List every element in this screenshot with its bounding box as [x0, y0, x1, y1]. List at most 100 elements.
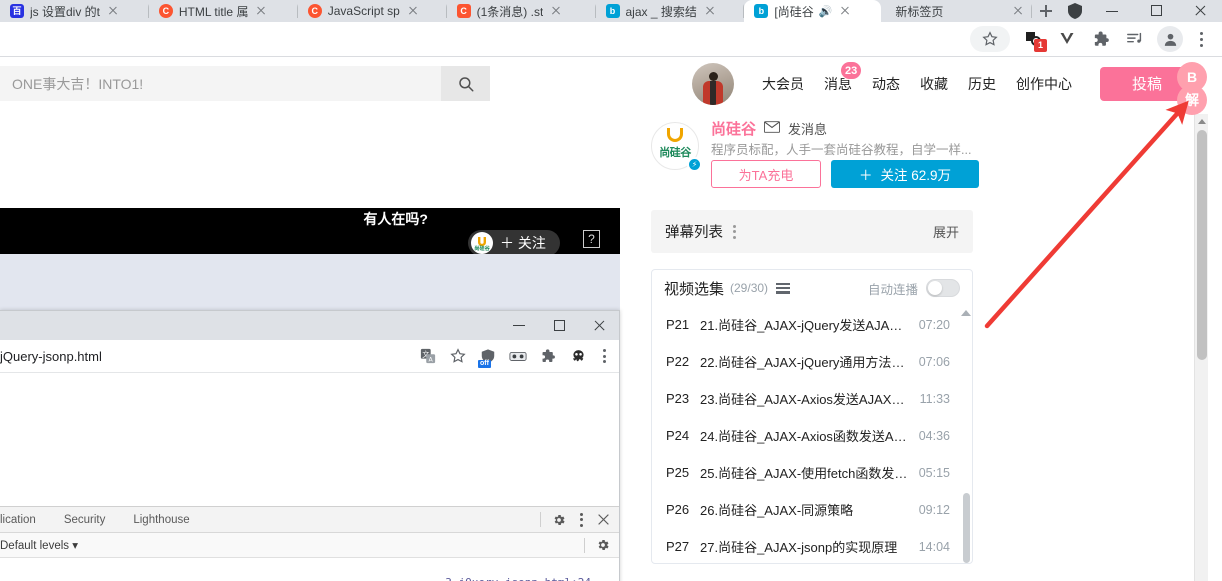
tab-close-icon[interactable]	[703, 4, 717, 18]
page-scrollbar[interactable]	[1194, 114, 1208, 581]
octopus-extension-icon[interactable]	[565, 343, 591, 369]
adblock-off-icon[interactable]: off	[475, 343, 501, 369]
uploader-name[interactable]: 尚硅谷	[711, 118, 756, 139]
tab-close-icon[interactable]	[406, 4, 420, 18]
scrollbar-thumb[interactable]	[1197, 130, 1207, 360]
episode-row[interactable]: P24 24.尚硅谷_AJAX-Axios函数发送AJA... 04:36	[652, 417, 972, 454]
episode-row[interactable]: P22 22.尚硅谷_AJAX-jQuery通用方法发... 07:06	[652, 343, 972, 380]
console-source-link[interactable]: 3-jQuery-jsonp.html:24	[445, 576, 591, 581]
help-icon[interactable]: ?	[583, 230, 600, 248]
danmaku-panel-title: 弹幕列表	[665, 225, 723, 241]
nav-item-dynamic[interactable]: 动态	[872, 74, 900, 94]
episode-title: 24.尚硅谷_AJAX-Axios函数发送AJA...	[700, 429, 919, 444]
overlay-follow-button[interactable]: 尚硅谷 ＋ 关注	[468, 230, 560, 254]
devtools-tab-application[interactable]: lication	[0, 514, 50, 526]
translate-icon[interactable]: 文 A	[415, 343, 441, 369]
follow-plus-icon: ＋	[858, 168, 873, 183]
nav-item-history[interactable]: 历史	[968, 74, 996, 94]
tab-close-icon[interactable]	[106, 4, 120, 18]
nav-item-vip[interactable]: 大会员	[762, 74, 804, 94]
tab-close-icon[interactable]	[838, 4, 852, 18]
inner-window-close-button[interactable]	[579, 311, 619, 340]
gear-icon[interactable]	[593, 535, 613, 555]
gear-icon[interactable]	[549, 510, 569, 530]
music-playlist-icon[interactable]	[1121, 25, 1149, 53]
tab-title: js 设置div 的t	[30, 4, 101, 19]
danmaku-message: 有人在吗?	[363, 211, 428, 227]
window-minimize-button[interactable]	[1090, 0, 1134, 22]
kebab-menu-icon[interactable]	[571, 510, 591, 530]
video-player[interactable]: 有人在吗? 尚硅谷 ＋ 关注 ?	[0, 208, 620, 254]
send-message-link[interactable]: 发消息	[788, 119, 827, 138]
nav-item-favorites[interactable]: 收藏	[920, 74, 948, 94]
tab-close-icon[interactable]	[254, 4, 268, 18]
vimium-v-icon[interactable]	[1053, 25, 1081, 53]
uploader-name-row: 尚硅谷 发消息	[711, 118, 827, 139]
episode-row[interactable]: P21 21.尚硅谷_AJAX-jQuery发送AJAX请求 07:20	[652, 306, 972, 343]
tab-close-icon[interactable]	[1011, 4, 1025, 18]
devtools-tab-security[interactable]: Security	[50, 514, 120, 526]
csdn-icon: C	[158, 4, 173, 18]
tab-audio-icon[interactable]: 🔊	[819, 5, 833, 18]
episode-number: P24	[666, 428, 690, 443]
search-button[interactable]	[441, 66, 490, 101]
inner-window-maximize-button[interactable]	[539, 311, 579, 340]
danmaku-expand-button[interactable]: 展开	[933, 222, 959, 241]
shield-icon[interactable]	[1060, 0, 1090, 22]
episode-duration: 09:12	[918, 502, 950, 517]
devtools-close-icon[interactable]	[593, 510, 613, 530]
browser-tab[interactable]: 新标签页	[881, 0, 1033, 22]
browser-tab[interactable]: C (1条消息) .st	[446, 0, 596, 22]
episode-title: 27.尚硅谷_AJAX-jsonp的实现原理	[700, 540, 898, 555]
csdn-icon: C	[456, 4, 471, 18]
episode-row[interactable]: P23 23.尚硅谷_AJAX-Axios发送AJAX请求 11:33	[652, 380, 972, 417]
extensions-puzzle-icon[interactable]	[535, 343, 561, 369]
browser-tab[interactable]: b ajax _ 搜索结	[595, 0, 745, 22]
chrome-menu-icon[interactable]	[593, 343, 615, 369]
nav-item-creator-center[interactable]: 创作中心	[1016, 74, 1072, 94]
search-input[interactable]	[0, 66, 441, 101]
chrome-menu-icon[interactable]	[1188, 25, 1214, 53]
kebab-menu-icon[interactable]	[733, 224, 736, 239]
toggle-knob	[928, 281, 942, 295]
user-avatar[interactable]	[692, 62, 734, 105]
profile-avatar-icon[interactable]	[1157, 26, 1183, 52]
autoplay-toggle[interactable]	[926, 279, 960, 297]
browser-tab[interactable]: 百 js 设置div 的t	[0, 0, 149, 22]
extension-dark-icon[interactable]: 1	[1019, 25, 1047, 53]
float-bubble-jie[interactable]: 解	[1177, 85, 1207, 115]
inner-browser-window: jQuery-jsonp.html 文 A off lication Secur…	[0, 310, 620, 581]
scrollbar-up-arrow[interactable]	[1198, 119, 1206, 124]
window-close-button[interactable]	[1178, 0, 1222, 22]
episode-row[interactable]: P26 26.尚硅谷_AJAX-同源策略 09:12	[652, 491, 972, 528]
inner-address-bar[interactable]: jQuery-jsonp.html	[0, 349, 102, 364]
bookmark-star-icon[interactable]	[445, 343, 471, 369]
browser-tab[interactable]: C JavaScript sp	[297, 0, 447, 22]
devtools-tab-lighthouse[interactable]: Lighthouse	[119, 514, 203, 526]
nav-item-messages[interactable]: 消息 23	[824, 60, 863, 94]
playlist-scroll-up-arrow[interactable]	[961, 310, 971, 316]
list-view-icon[interactable]	[776, 282, 791, 294]
episode-title: 25.尚硅谷_AJAX-使用fetch函数发送...	[700, 466, 919, 481]
follow-button[interactable]: ＋ 关注 62.9万	[831, 160, 979, 188]
charge-button[interactable]: 为TA充电	[711, 160, 821, 188]
episode-number: P26	[666, 502, 690, 517]
avatar-body	[703, 80, 723, 105]
new-tab-button[interactable]	[1032, 0, 1060, 22]
vpn-extension-icon[interactable]	[505, 343, 531, 369]
envelope-icon[interactable]	[764, 121, 781, 136]
nav-item-label: 大会员	[762, 75, 804, 92]
inner-window-minimize-button[interactable]	[499, 311, 539, 340]
episode-row[interactable]: P25 25.尚硅谷_AJAX-使用fetch函数发送... 05:15	[652, 454, 972, 491]
svg-text:尚硅谷: 尚硅谷	[474, 244, 490, 252]
episode-title: 21.尚硅谷_AJAX-jQuery发送AJAX请求	[700, 318, 919, 333]
window-maximize-button[interactable]	[1134, 0, 1178, 22]
episode-row[interactable]: P27 27.尚硅谷_AJAX-jsonp的实现原理 14:04	[652, 528, 972, 563]
tab-close-icon[interactable]	[549, 4, 563, 18]
browser-tab-active[interactable]: b [尚硅谷 🔊	[744, 0, 882, 22]
playlist-scrollbar-thumb[interactable]	[963, 493, 970, 563]
console-log-level-select[interactable]: Default levels ▾	[0, 538, 78, 552]
extensions-puzzle-icon[interactable]	[1087, 25, 1115, 53]
browser-tab[interactable]: C HTML title 属	[148, 0, 298, 22]
bookmark-star-icon[interactable]	[970, 26, 1010, 52]
